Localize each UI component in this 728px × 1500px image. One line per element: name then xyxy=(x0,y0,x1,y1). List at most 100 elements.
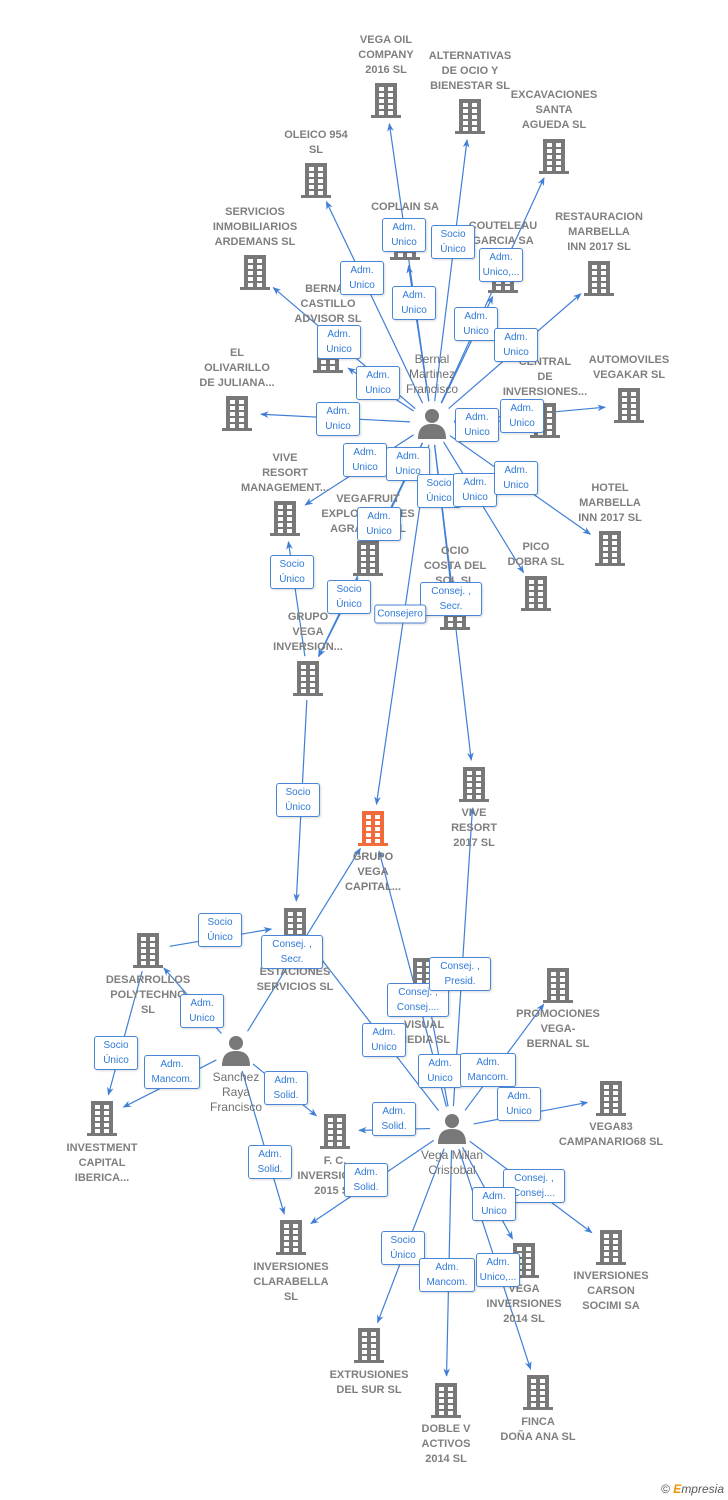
role-label[interactable]: Adm. Solid. xyxy=(248,1145,292,1179)
node-label-line: GRUPO xyxy=(352,851,394,863)
node-label-servicios_inm[interactable]: SERVICIOS INMOBILIARIOS ARDEMANS SL xyxy=(195,205,315,250)
building-icon-promociones[interactable] xyxy=(541,966,575,1009)
node-label-pico_dobra[interactable]: PICO DOBRA SL xyxy=(476,540,596,570)
node-label-promociones[interactable]: PROMOCIONES VEGA- BERNAL SL xyxy=(498,1007,618,1052)
role-label[interactable]: Socio Único xyxy=(94,1036,138,1070)
role-label[interactable]: Adm. Unico xyxy=(343,443,387,477)
building-icon-fc_inv[interactable] xyxy=(318,1112,352,1155)
role-label[interactable]: Consej. , Secr. xyxy=(261,935,323,969)
role-label[interactable]: Adm. Unico xyxy=(357,507,401,541)
role-label[interactable]: Adm. Unico xyxy=(500,399,544,433)
building-icon-carson[interactable] xyxy=(594,1228,628,1271)
building-icon-vega_oil[interactable] xyxy=(369,81,403,124)
building-icon-pico_dobra[interactable] xyxy=(519,574,553,617)
building-icon-desarrollos[interactable] xyxy=(131,931,165,974)
node-label-finca[interactable]: FINCA DOÑA ANA SL xyxy=(478,1415,598,1445)
node-label-line: EL xyxy=(229,347,245,359)
role-label[interactable]: Adm. Unico xyxy=(316,402,360,436)
node-label-grupo_vega_capital[interactable]: GRUPO VEGA CAPITAL... xyxy=(313,850,433,895)
building-icon-clarabella[interactable] xyxy=(274,1218,308,1261)
person-icon-vega_millan[interactable] xyxy=(436,1112,468,1149)
node-label-carson[interactable]: INVERSIONES CARSON SOCIMI SA xyxy=(551,1269,671,1314)
building-icon-vegafruit[interactable] xyxy=(351,539,385,582)
node-label-vega83[interactable]: VEGA83 CAMPANARIO68 SL xyxy=(551,1120,671,1150)
role-label[interactable]: Adm. Unico xyxy=(454,307,498,341)
building-icon-finca[interactable] xyxy=(521,1373,555,1416)
role-label[interactable]: Adm. Unico xyxy=(472,1187,516,1221)
role-label[interactable]: Adm. Solid. xyxy=(344,1163,388,1197)
role-label[interactable]: Adm. Unico,... xyxy=(479,248,523,282)
role-label[interactable]: Adm. Unico xyxy=(497,1087,541,1121)
role-label[interactable]: Adm. Unico xyxy=(392,286,436,320)
building-icon-hotel_marbella[interactable] xyxy=(593,529,627,572)
building-icon-vega83[interactable] xyxy=(594,1079,628,1122)
building-icon-alternativas[interactable] xyxy=(453,97,487,140)
building-icon-grupo_vega_inv[interactable] xyxy=(291,659,325,702)
role-label[interactable]: Socio Único xyxy=(327,580,371,614)
role-label[interactable]: Adm. Solid. xyxy=(372,1102,416,1136)
role-label[interactable]: Adm. Mancom. xyxy=(144,1055,200,1089)
building-icon-vive_mgmt[interactable] xyxy=(268,499,302,542)
person-icon-sanchez[interactable] xyxy=(220,1034,252,1071)
role-label[interactable]: Socio Único xyxy=(276,783,320,817)
node-label-line: INVERSIONES... xyxy=(502,386,588,398)
node-label-automoviles[interactable]: AUTOMOVILES VEGAKAR SL xyxy=(569,353,689,383)
building-icon-oleico[interactable] xyxy=(299,161,333,204)
node-label-line: DESARROLLOS xyxy=(105,974,191,986)
node-label-coplain[interactable]: COPLAIN SA xyxy=(345,200,465,215)
building-icon-grupo_vega_capital[interactable] xyxy=(356,809,390,852)
building-icon-restauracion[interactable] xyxy=(582,259,616,302)
node-label-line: VEGA xyxy=(357,866,389,878)
node-label-oleico[interactable]: OLEICO 954 SL xyxy=(256,128,376,158)
network-diagram: © Empresia VEGA OIL COMPANY 2016 SL ALTERNA… xyxy=(0,0,728,1500)
role-label[interactable]: Socio Único xyxy=(198,913,242,947)
node-label-grupo_vega_inv[interactable]: GRUPO VEGA INVERSION... xyxy=(248,610,368,655)
node-label-hotel_marbella[interactable]: HOTEL MARBELLA INN 2017 SL xyxy=(550,481,670,526)
node-label-estaciones[interactable]: ESTACIONES SERVICIOS SL xyxy=(235,965,355,995)
role-label[interactable]: Socio Único xyxy=(270,555,314,589)
role-label[interactable]: Adm. Unico xyxy=(382,218,426,252)
role-label[interactable]: Adm. Unico xyxy=(453,473,497,507)
node-label-restauracion[interactable]: RESTAURACION MARBELLA INN 2017 SL xyxy=(539,210,659,255)
node-label-excavaciones[interactable]: EXCAVACIONES SANTA AGUEDA SL xyxy=(494,88,614,133)
building-icon-doble_v[interactable] xyxy=(429,1381,463,1424)
building-icon-el_olivarillo[interactable] xyxy=(220,394,254,437)
role-label[interactable]: Adm. Unico xyxy=(362,1023,406,1057)
node-label-investment[interactable]: INVESTMENT CAPITAL IBERICA... xyxy=(42,1141,162,1186)
role-label[interactable]: Adm. Unico xyxy=(418,1054,462,1088)
node-label-line: INVESTMENT xyxy=(66,1142,138,1154)
role-label[interactable]: Adm. Unico,... xyxy=(476,1253,520,1287)
role-label[interactable]: Consej. , Secr. xyxy=(420,582,482,616)
node-label-line: ARDEMANS SL xyxy=(214,236,296,248)
role-label[interactable]: Adm. Unico xyxy=(494,328,538,362)
role-label[interactable]: Consej. , Presid. xyxy=(429,957,491,991)
building-icon-servicios_inm[interactable] xyxy=(238,253,272,296)
building-icon-vive_2017[interactable] xyxy=(457,765,491,808)
node-label-line: VIVE xyxy=(272,452,298,464)
building-icon-automoviles[interactable] xyxy=(612,386,646,429)
role-label[interactable]: Adm. Unico xyxy=(180,994,224,1028)
role-label[interactable]: Adm. Unico xyxy=(317,325,361,359)
role-label[interactable]: Adm. Mancom. xyxy=(419,1258,475,1292)
person-icon-bernal[interactable] xyxy=(416,407,448,444)
brand-logo[interactable]: © Empresia xyxy=(661,1482,724,1496)
role-label[interactable]: Adm. Unico xyxy=(455,408,499,442)
node-label-vega_millan[interactable]: Vega Millan Cristobal xyxy=(392,1148,512,1178)
building-icon-excavaciones[interactable] xyxy=(537,137,571,180)
node-label-line: SL xyxy=(308,144,324,156)
building-icon-extrusiones[interactable] xyxy=(352,1326,386,1369)
node-label-vive_2017[interactable]: VIVE RESORT 2017 SL xyxy=(414,806,534,851)
node-label-clarabella[interactable]: INVERSIONES CLARABELLA SL xyxy=(231,1260,351,1305)
role-label[interactable]: Consejero xyxy=(374,604,426,624)
role-label[interactable]: Adm. Solid. xyxy=(264,1071,308,1105)
node-label-vive_mgmt[interactable]: VIVE RESORT MANAGEMENT... xyxy=(225,451,345,496)
node-label-line: COPLAIN SA xyxy=(371,201,439,213)
building-icon-investment[interactable] xyxy=(85,1099,119,1142)
node-label-extrusiones[interactable]: EXTRUSIONES DEL SUR SL xyxy=(309,1368,429,1398)
role-label[interactable]: Adm. Unico xyxy=(356,366,400,400)
node-label-el_olivarillo[interactable]: EL OLIVARILLO DE JULIANA... xyxy=(177,346,297,391)
role-label[interactable]: Adm. Mancom. xyxy=(460,1053,516,1087)
role-label[interactable]: Adm. Unico xyxy=(494,461,538,495)
role-label[interactable]: Socio Único xyxy=(431,225,475,259)
role-label[interactable]: Adm. Unico xyxy=(340,261,384,295)
